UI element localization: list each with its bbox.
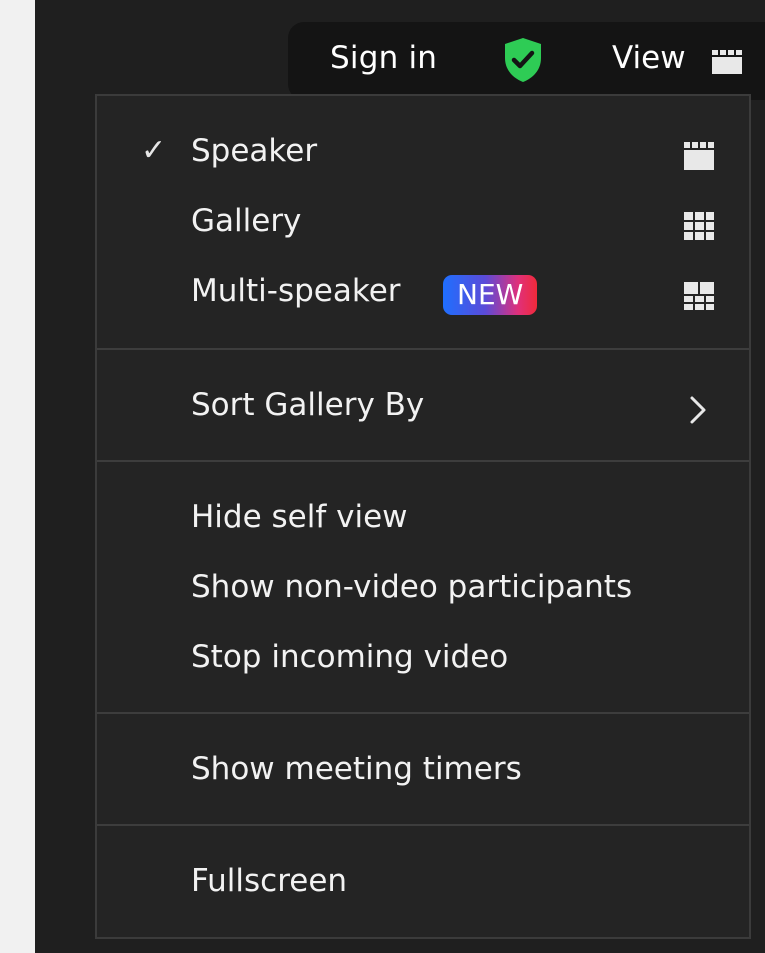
menu-item-label: Fullscreen [191, 863, 348, 899]
menu-item-show-meeting-timers[interactable]: Show meeting timers [97, 737, 749, 807]
menu-item-speaker[interactable]: ✓ Speaker [97, 119, 749, 189]
menu-item-sort-gallery[interactable]: Sort Gallery By [97, 373, 749, 443]
menu-divider [97, 348, 749, 350]
meeting-window: Sign in View ✓ Speaker Gallery Multi-spe… [35, 0, 765, 953]
new-badge: NEW [443, 275, 538, 315]
multi-speaker-grid-icon [683, 281, 715, 315]
menu-item-stop-incoming-video[interactable]: Stop incoming video [97, 625, 749, 695]
menu-item-label: Show non-video participants [191, 569, 633, 605]
menu-item-gallery[interactable]: Gallery [97, 189, 749, 259]
speaker-layout-icon [683, 141, 715, 175]
menu-item-label: Gallery [191, 203, 302, 239]
menu-item-hide-self-view[interactable]: Hide self view [97, 485, 749, 555]
checkmark-icon: ✓ [141, 133, 167, 168]
chevron-right-icon [689, 395, 707, 429]
menu-item-label: Stop incoming video [191, 639, 509, 675]
view-button[interactable]: View [612, 40, 686, 76]
menu-divider [97, 824, 749, 826]
menu-divider [97, 712, 749, 714]
top-toolbar: Sign in View [288, 22, 765, 100]
menu-item-show-non-video[interactable]: Show non-video participants [97, 555, 749, 625]
menu-item-fullscreen[interactable]: Fullscreen [97, 849, 749, 919]
menu-item-label: Hide self view [191, 499, 408, 535]
menu-item-label: Show meeting timers [191, 751, 522, 787]
menu-item-multi-speaker[interactable]: Multi-speaker NEW [97, 259, 749, 329]
menu-divider [97, 460, 749, 462]
gallery-grid-icon [683, 211, 715, 245]
menu-item-label: Speaker [191, 133, 318, 169]
sign-in-button[interactable]: Sign in [330, 40, 437, 76]
shield-check-icon[interactable] [502, 36, 544, 84]
menu-item-label: Multi-speaker [191, 273, 401, 309]
menu-item-label: Sort Gallery By [191, 387, 425, 423]
view-menu: ✓ Speaker Gallery Multi-speaker NEW Sort… [95, 94, 751, 939]
speaker-layout-icon[interactable] [711, 49, 743, 75]
